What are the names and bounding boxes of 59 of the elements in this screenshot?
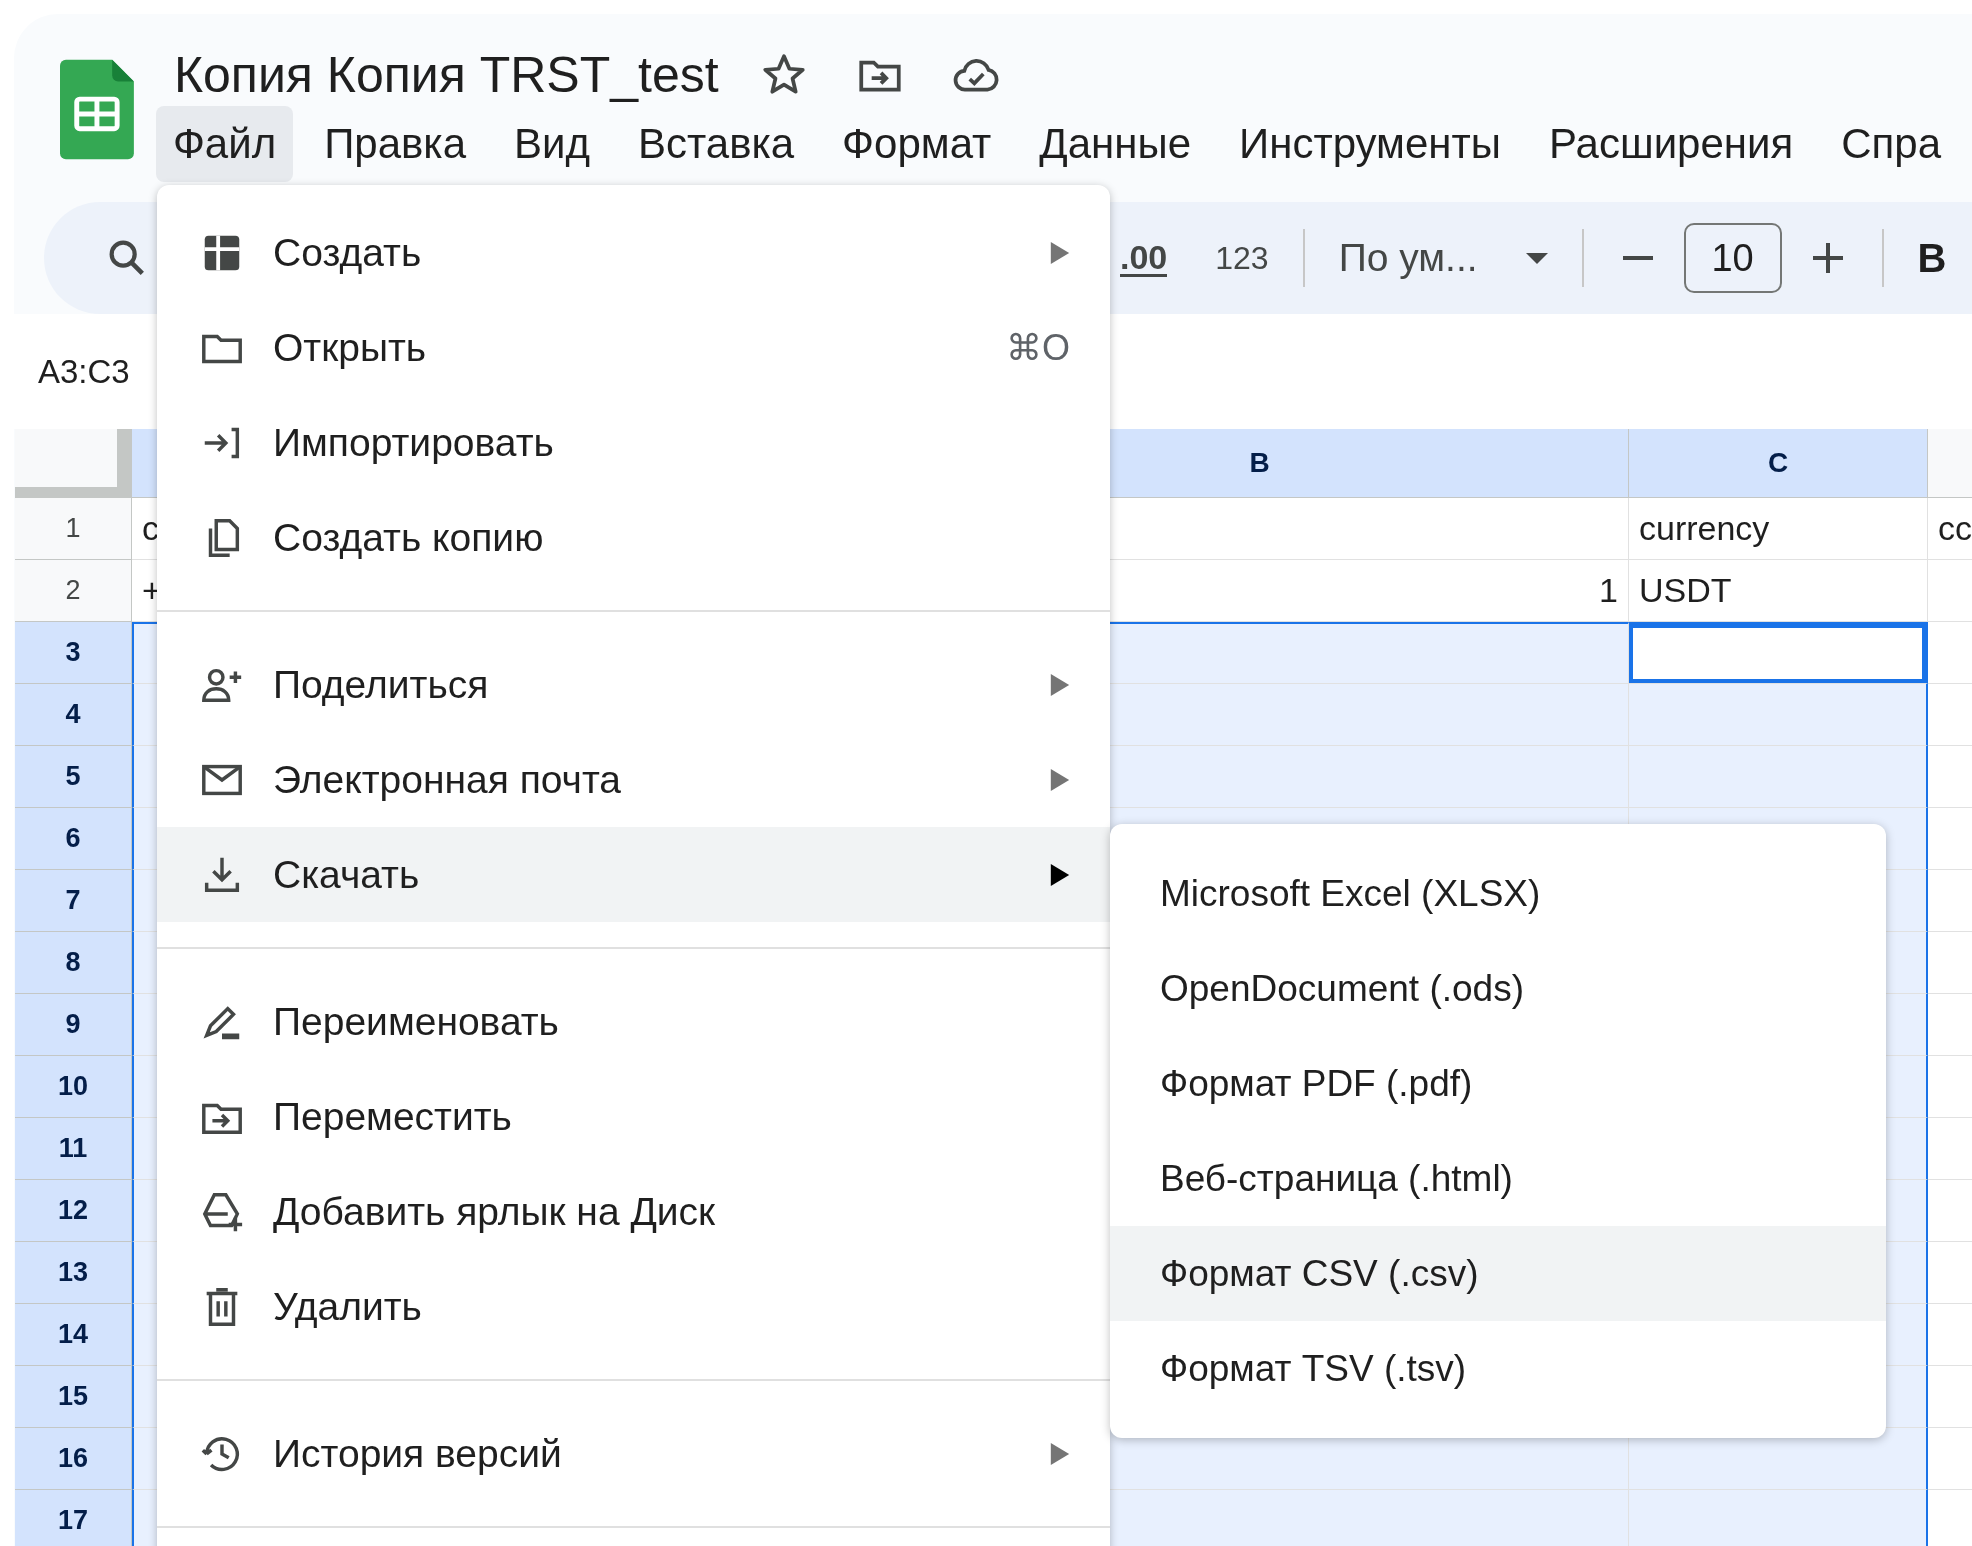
submenu-arrow-icon [1050, 241, 1070, 264]
menu-bar-item[interactable]: Формат [825, 106, 1009, 182]
submenu-item[interactable]: Веб-страница (.html) [1110, 1131, 1886, 1226]
name-box[interactable]: A3:C3 [38, 352, 130, 391]
font-size-field[interactable]: 10 [1683, 223, 1782, 293]
menu-item[interactable]: Скачать [157, 827, 1110, 922]
submenu-item[interactable]: Формат CSV (.csv) [1110, 1226, 1886, 1321]
menu-bar-item[interactable]: Инструменты [1222, 106, 1518, 182]
row-header[interactable]: 8 [15, 932, 132, 994]
menu-item[interactable]: Открыть ⌘O [157, 300, 1110, 395]
font-dropdown[interactable]: По ум... [1338, 236, 1478, 280]
column-header[interactable]: C [1629, 429, 1928, 497]
row-header[interactable]: 17 [15, 1490, 132, 1546]
table-cell: currency [1629, 498, 1928, 560]
row-header[interactable]: 1 [15, 498, 132, 560]
menu-item[interactable]: История версий [157, 1406, 1110, 1501]
menu-item[interactable]: Переместить [157, 1069, 1110, 1164]
row-header[interactable]: 14 [15, 1304, 132, 1366]
row-header[interactable]: 15 [15, 1366, 132, 1428]
bold-button[interactable]: B [1917, 235, 1947, 281]
menu-bar-item[interactable]: Данные [1022, 106, 1209, 182]
row-header[interactable]: 7 [15, 870, 132, 932]
table-cell: USDT [1629, 560, 1928, 622]
menu-bar-item[interactable]: Правка [307, 106, 483, 182]
row-header[interactable]: 10 [15, 1056, 132, 1118]
submenu-item[interactable]: OpenDocument (.ods) [1110, 941, 1886, 1036]
menu-item[interactable]: Создать [157, 205, 1110, 300]
menu-item[interactable]: Удалить [157, 1259, 1110, 1354]
menu-bar-item[interactable]: Вид [497, 106, 607, 182]
number-format-button[interactable]: 123 [1215, 239, 1269, 277]
caret-icon[interactable] [1525, 252, 1548, 264]
spreadsheet-logo-icon[interactable] [60, 59, 134, 160]
menu-bar-item[interactable]: Расширения [1531, 106, 1811, 182]
menu-item[interactable]: Добавить ярлык на Диск [157, 1164, 1110, 1259]
submenu-arrow-icon [1050, 673, 1070, 696]
row-header[interactable]: 5 [15, 746, 132, 808]
submenu-item[interactable]: Формат PDF (.pdf) [1110, 1036, 1886, 1131]
row-header[interactable]: 12 [15, 1180, 132, 1242]
menu-item[interactable]: Электронная почта [157, 732, 1110, 827]
document-title[interactable]: Копия Копия TRST_test [173, 46, 719, 104]
menu-item[interactable]: Переименовать [157, 974, 1110, 1069]
submenu-item[interactable]: Формат TSV (.tsv) [1110, 1321, 1886, 1416]
menu-item[interactable]: Поделиться [157, 637, 1110, 732]
submenu-arrow-icon [1050, 863, 1070, 886]
menu-bar-item[interactable]: Спра [1824, 106, 1958, 182]
row-header[interactable]: 2 [15, 560, 132, 622]
submenu-arrow-icon [1050, 1442, 1070, 1465]
menu-bar-item[interactable]: Файл [155, 106, 294, 182]
row-header[interactable]: 6 [15, 808, 132, 870]
row-header[interactable]: 16 [15, 1428, 132, 1490]
submenu-item[interactable]: Microsoft Excel (XLSX) [1110, 846, 1886, 941]
menu-bar-item[interactable]: Вставка [621, 106, 812, 182]
submenu-arrow-icon [1050, 768, 1070, 791]
row-header[interactable]: 3 [15, 622, 132, 684]
row-header[interactable]: 13 [15, 1242, 132, 1304]
row-header[interactable]: 11 [15, 1118, 132, 1180]
row-header[interactable]: 4 [15, 684, 132, 746]
decimal-button[interactable]: .00 [1120, 239, 1168, 277]
row-header[interactable]: 9 [15, 994, 132, 1056]
